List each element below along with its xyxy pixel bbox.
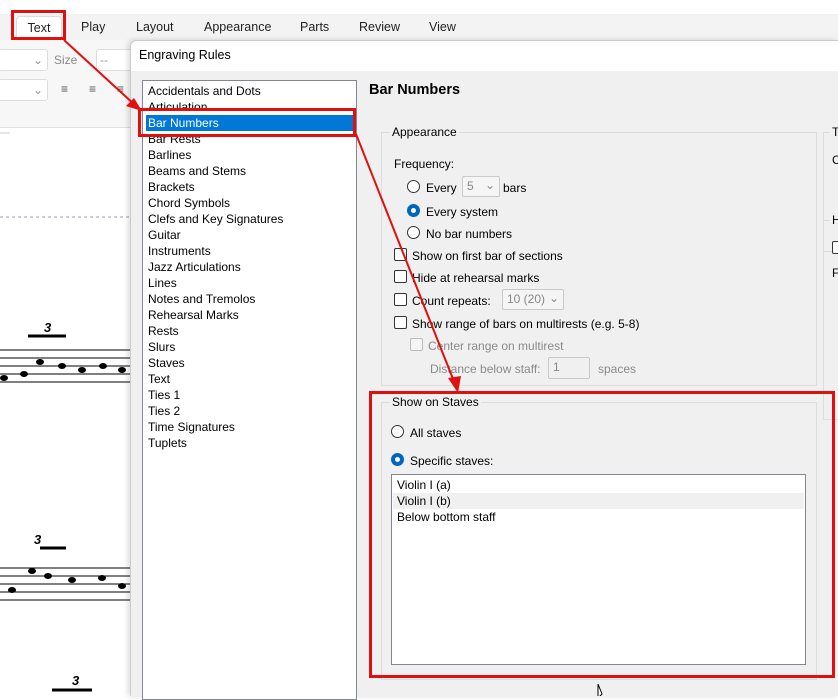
mouse-cursor-icon [597,683,603,696]
annotation-arrows [63,39,603,696]
arrow-head-icon [448,376,461,393]
arrow-line [63,39,137,107]
arrow-line [355,133,456,385]
